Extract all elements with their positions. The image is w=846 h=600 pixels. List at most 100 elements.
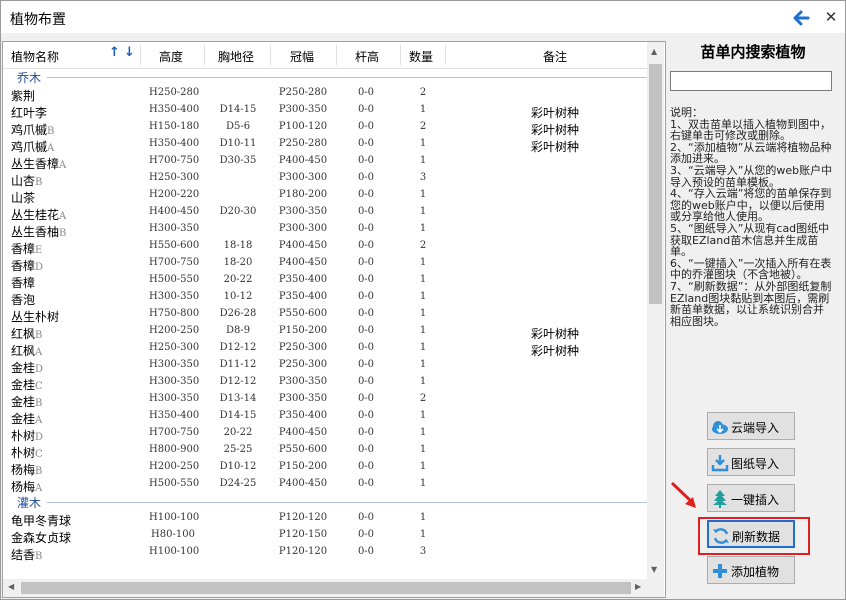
scroll-up-icon[interactable]: ▲ xyxy=(651,47,657,56)
cell-dbh: 18-18 xyxy=(223,240,253,251)
cell-pole: 0-0 xyxy=(357,461,375,472)
table-row[interactable]: 丛生香樟A H700-750 D30-35 P400-450 0-0 1 xyxy=(3,154,647,171)
drawing-import-label: 图纸导入 xyxy=(731,457,780,471)
cell-crown: P120-120 xyxy=(278,546,328,557)
plant-name: 紫荆 xyxy=(11,87,35,104)
cell-qty: 1 xyxy=(419,308,427,319)
table-row[interactable]: 山茶 H200-220 P180-200 0-0 1 xyxy=(3,188,647,205)
cell-qty: 1 xyxy=(419,512,427,523)
cell-dbh: D26-28 xyxy=(219,308,257,319)
table-row[interactable]: 红叶李 H350-400 D14-15 P300-350 0-0 1 彩叶树种 xyxy=(3,103,647,120)
header-name[interactable]: 植物名称 xyxy=(11,48,59,65)
header-height[interactable]: 高度 xyxy=(159,48,183,65)
header-pole[interactable]: 杆高 xyxy=(355,48,379,65)
header-qty[interactable]: 数量 xyxy=(409,48,433,65)
table-row[interactable]: 香樟E H550-600 18-18 P400-450 0-0 2 xyxy=(3,239,647,256)
vertical-scrollbar[interactable]: ▲ ▼ xyxy=(647,42,664,597)
plant-variant-suffix: B xyxy=(47,126,55,137)
plant-name-text: 朴树 xyxy=(11,429,36,443)
cell-pole: 0-0 xyxy=(357,308,375,319)
table-row[interactable]: 杨梅A H500-550 D24-25 P400-450 0-0 1 xyxy=(3,477,647,494)
scroll-right-icon[interactable]: ▶ xyxy=(635,582,641,591)
table-row[interactable]: 金桂C H300-350 D12-12 P300-350 0-0 1 xyxy=(3,375,647,392)
table-row[interactable]: 香樟 H500-550 20-22 P350-400 0-0 1 xyxy=(3,273,647,290)
sort-ascending-icon[interactable]: ↑ xyxy=(109,45,120,60)
group-header: 灌木 xyxy=(3,494,647,511)
table-row[interactable]: 香泡 H300-350 10-12 P350-400 0-0 1 xyxy=(3,290,647,307)
one-click-insert-button[interactable]: 一键插入 xyxy=(707,484,795,512)
table-row[interactable]: 金桂D H300-350 D11-12 P250-300 0-0 1 xyxy=(3,358,647,375)
table-row[interactable]: 丛生香柚B H300-350 P300-300 0-0 1 xyxy=(3,222,647,239)
refresh-data-button[interactable]: 刷新数据 xyxy=(707,520,795,548)
cell-qty: 1 xyxy=(419,223,427,234)
column-divider xyxy=(445,45,446,65)
cell-qty: 1 xyxy=(419,478,427,489)
help-line: 3、“云端导入”从您的web账户中导入预设的苗单模板。 xyxy=(670,163,833,189)
table-row[interactable]: 金桂B H300-350 D13-14 P300-350 0-0 2 xyxy=(3,392,647,409)
cell-pole: 0-0 xyxy=(357,529,375,540)
table-row[interactable]: 金森女贞球 H80-100 P120-150 0-0 1 xyxy=(3,528,647,545)
table-row[interactable]: 朴树D H700-750 20-22 P400-450 0-0 1 xyxy=(3,426,647,443)
table-row[interactable]: 鸡爪槭B H150-180 D5-6 P100-120 0-0 2 彩叶树种 xyxy=(3,120,647,137)
sort-descending-icon[interactable]: ↓ xyxy=(124,45,135,60)
table-row[interactable]: 结香B H100-100 P120-120 0-0 3 xyxy=(3,545,647,562)
plant-name: 香樟D xyxy=(11,257,43,274)
table-row[interactable]: 丛生朴树 H750-800 D26-28 P550-600 0-0 1 xyxy=(3,307,647,324)
scroll-left-icon[interactable]: ◀ xyxy=(8,582,14,591)
table-row[interactable]: 杨梅B H200-250 D10-12 P150-200 0-0 1 xyxy=(3,460,647,477)
table-row[interactable]: 红枫A H250-300 D12-12 P250-300 0-0 1 彩叶树种 xyxy=(3,341,647,358)
header-note[interactable]: 备注 xyxy=(543,48,567,65)
table-header: 植物名称 ↑ ↓ 高度 胸地径 冠幅 杆高 数量 备注 xyxy=(3,42,647,69)
cell-pole: 0-0 xyxy=(357,206,375,217)
back-arrow-icon[interactable] xyxy=(791,8,811,28)
scroll-down-icon[interactable]: ▼ xyxy=(651,565,657,574)
cell-height: H80-100 xyxy=(151,529,195,540)
table-row[interactable]: 鸡爪槭A H350-400 D10-11 P250-280 0-0 1 彩叶树种 xyxy=(3,137,647,154)
plant-name: 丛生香樟A xyxy=(11,155,66,172)
table-row[interactable]: 山杏B H250-300 P300-300 0-0 3 xyxy=(3,171,647,188)
cell-crown: P550-600 xyxy=(278,308,328,319)
plant-name-text: 丛生香柚 xyxy=(11,225,60,239)
horizontal-scroll-thumb[interactable] xyxy=(21,582,631,594)
table-row[interactable]: 红枫B H200-250 D8-9 P150-200 0-0 1 彩叶树种 xyxy=(3,324,647,341)
cell-pole: 0-0 xyxy=(357,393,375,404)
cell-crown: P300-350 xyxy=(278,206,328,217)
cell-dbh: D14-15 xyxy=(219,410,257,421)
window-title: 植物布置 xyxy=(10,12,66,28)
horizontal-scrollbar[interactable]: ◀ ▶ xyxy=(3,579,647,597)
add-plant-button[interactable]: 添加植物 xyxy=(707,556,795,584)
table-row[interactable]: 龟甲冬青球 H100-100 P120-120 0-0 1 xyxy=(3,511,647,528)
plant-name-text: 香樟 xyxy=(11,259,36,273)
cell-qty: 3 xyxy=(419,172,427,183)
cell-height: H500-550 xyxy=(149,274,200,285)
table-row[interactable]: 香樟D H700-750 18-20 P400-450 0-0 1 xyxy=(3,256,647,273)
cell-height: H550-600 xyxy=(149,240,200,251)
search-input[interactable] xyxy=(670,71,832,91)
cloud-import-button[interactable]: 云端导入 xyxy=(707,412,795,440)
table-row[interactable]: 金桂A H350-400 D14-15 P350-400 0-0 1 xyxy=(3,409,647,426)
cell-qty: 1 xyxy=(419,410,427,421)
header-dbh[interactable]: 胸地径 xyxy=(218,48,254,65)
table-row[interactable]: 丛生桂花A H400-450 D20-30 P300-350 0-0 1 xyxy=(3,205,647,222)
drawing-import-button[interactable]: 图纸导入 xyxy=(707,448,795,476)
plant-name: 结香B xyxy=(11,546,42,563)
plant-variant-suffix: A xyxy=(35,415,43,426)
plant-name: 红叶李 xyxy=(11,104,47,121)
tree-icon xyxy=(710,489,730,509)
cell-pole: 0-0 xyxy=(357,155,375,166)
header-crown[interactable]: 冠幅 xyxy=(290,48,314,65)
cell-qty: 2 xyxy=(419,240,427,251)
vertical-scroll-thumb[interactable] xyxy=(649,64,662,304)
one-click-insert-label: 一键插入 xyxy=(731,493,780,507)
plant-name: 香樟 xyxy=(11,274,35,291)
plant-name: 金森女贞球 xyxy=(11,529,71,546)
table-row[interactable]: 紫荆 H250-280 P250-280 0-0 2 xyxy=(3,86,647,103)
cell-note: 彩叶树种 xyxy=(530,140,579,154)
help-line: 5、“图纸导入”从现有cad图纸中获取EZland苗木信息并生成苗单。 xyxy=(670,221,830,259)
table-row[interactable]: 朴树C H800-900 25-25 P550-600 0-0 1 xyxy=(3,443,647,460)
close-icon[interactable]: ✕ xyxy=(821,7,841,27)
cell-crown: P250-280 xyxy=(278,87,328,98)
cell-height: H350-400 xyxy=(149,138,200,149)
cell-dbh: 20-22 xyxy=(223,427,253,438)
help-line: 说明： xyxy=(670,106,703,119)
